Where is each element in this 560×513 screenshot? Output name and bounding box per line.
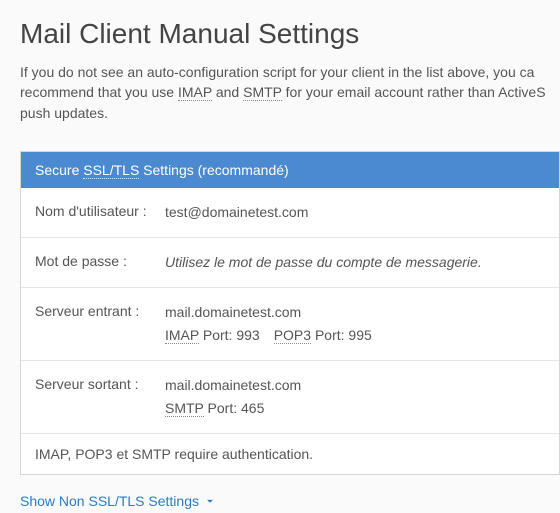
incoming-label: Serveur entrant : <box>35 302 165 321</box>
username-row: Nom d'utilisateur : test@domainetest.com <box>21 188 559 238</box>
password-label: Mot de passe : <box>35 252 165 271</box>
username-value: test@domainetest.com <box>165 202 545 223</box>
imap-port-label: Port: <box>199 327 236 343</box>
outgoing-label: Serveur sortant : <box>35 375 165 394</box>
chevron-down-icon <box>203 494 217 508</box>
imap-abbr: IMAP <box>178 84 212 101</box>
incoming-host: mail.domainetest.com <box>165 302 545 323</box>
ssl-settings-panel: Secure SSL/TLS Settings (recommandé) Nom… <box>20 151 560 475</box>
smtp-port-label: Port: <box>204 400 241 416</box>
toggle-label: Show Non SSL/TLS Settings <box>20 493 199 509</box>
password-value: Utilisez le mot de passe du compte de me… <box>165 254 482 270</box>
password-row: Mot de passe : Utilisez le mot de passe … <box>21 238 559 288</box>
imap-abbr-port: IMAP <box>165 327 199 344</box>
page-title: Mail Client Manual Settings <box>20 18 560 50</box>
smtp-abbr: SMTP <box>243 84 282 101</box>
intro-mid: and <box>212 84 243 100</box>
panel-header-post: Settings (recommandé) <box>139 162 288 178</box>
smtp-port: 465 <box>241 400 264 416</box>
ssltls-abbr: SSL/TLS <box>83 162 139 179</box>
pop3-port-label: Port: <box>311 327 348 343</box>
username-label: Nom d'utilisateur : <box>35 202 165 221</box>
panel-header-pre: Secure <box>35 162 83 178</box>
pop3-port: 995 <box>348 327 371 343</box>
intro-text: If you do not see an auto-configuration … <box>20 62 560 123</box>
panel-header: Secure SSL/TLS Settings (recommandé) <box>21 152 559 188</box>
incoming-row: Serveur entrant : mail.domainetest.com I… <box>21 288 559 361</box>
outgoing-host: mail.domainetest.com <box>165 375 545 396</box>
show-non-ssl-toggle[interactable]: Show Non SSL/TLS Settings <box>20 493 217 509</box>
imap-port: 993 <box>236 327 259 343</box>
pop3-abbr-port: POP3 <box>274 327 311 344</box>
outgoing-row: Serveur sortant : mail.domainetest.com S… <box>21 361 559 434</box>
auth-footnote: IMAP, POP3 et SMTP require authenticatio… <box>21 434 559 474</box>
smtp-abbr-port: SMTP <box>165 400 204 417</box>
